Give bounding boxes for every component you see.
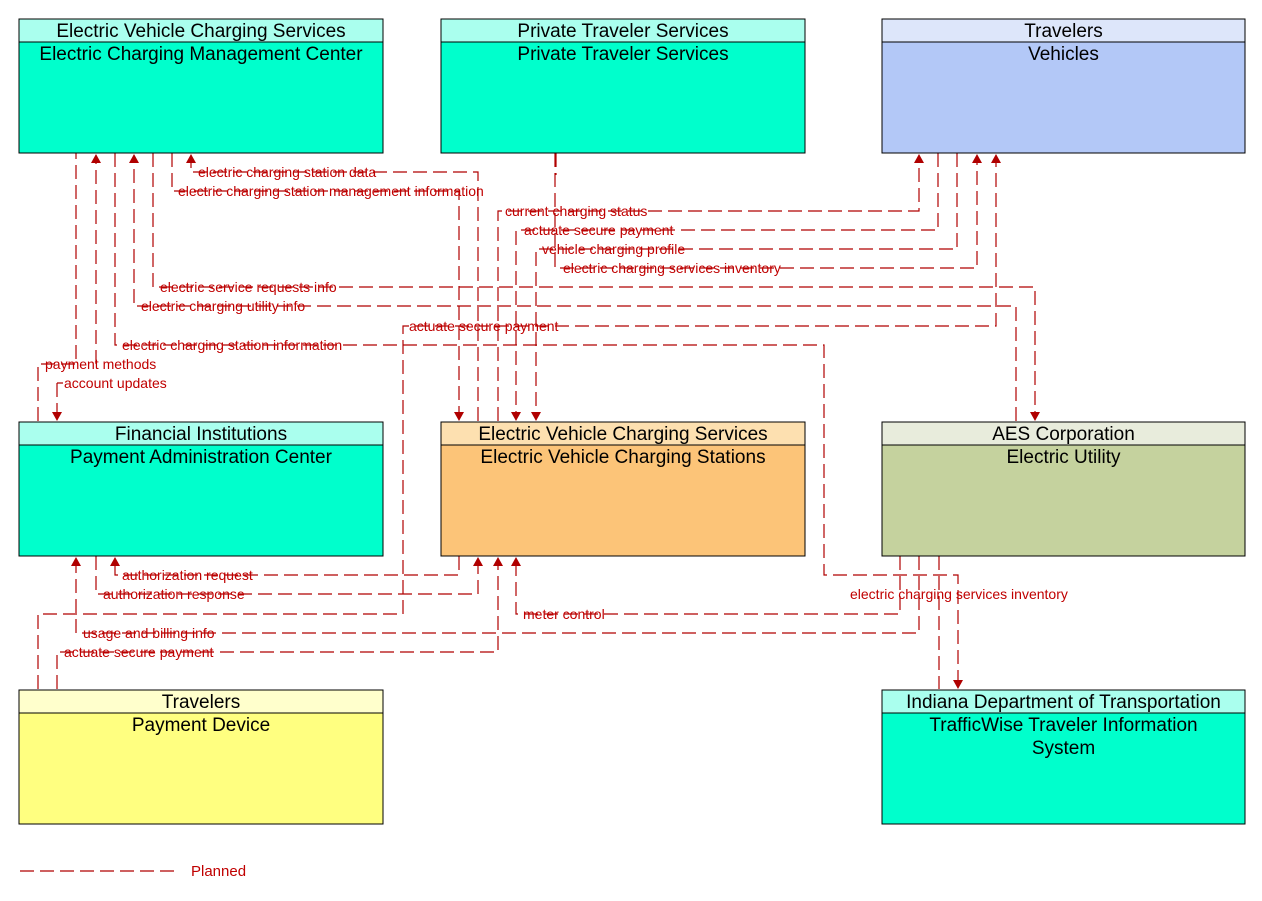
node-header-label: Financial Institutions [115, 424, 287, 445]
flow-label[interactable]: vehicle charging profile [542, 241, 685, 257]
nodes-layer: Electric Vehicle Charging ServicesElectr… [18, 18, 1246, 825]
node-tis[interactable]: Indiana Department of TransportationTraf… [881, 689, 1246, 825]
arrow-up-icon [511, 557, 521, 566]
flow-label[interactable]: electric charging services inventory [563, 260, 781, 276]
node-body-label: Electric Charging Management Center [39, 44, 363, 65]
flow-label[interactable]: electric charging station information [122, 337, 342, 353]
node-body-label: System [1032, 738, 1095, 759]
node-pts[interactable]: Private Traveler ServicesPrivate Travele… [440, 18, 806, 154]
arrow-down-icon [511, 412, 521, 421]
flow-label[interactable]: electric charging services inventory [850, 586, 1068, 602]
flow-label[interactable]: electric charging station management inf… [178, 183, 484, 199]
flow-line-3[interactable] [515, 153, 939, 412]
arrow-up-icon [129, 154, 139, 163]
legend: Planned [20, 863, 246, 880]
flow-label[interactable]: payment methods [45, 356, 156, 372]
flow-line-4[interactable] [535, 153, 958, 412]
node-ecmc[interactable]: Electric Vehicle Charging ServicesElectr… [18, 18, 384, 154]
node-pd[interactable]: TravelersPayment Device [18, 689, 384, 825]
flow-label[interactable]: actuate secure payment [64, 644, 214, 660]
flow-label[interactable]: actuate secure payment [524, 222, 674, 238]
arrow-up-icon [991, 154, 1001, 163]
flow-label[interactable]: electric service requests info [160, 279, 337, 295]
node-body-label: Payment Administration Center [70, 447, 333, 468]
flow-line-11[interactable] [56, 382, 63, 412]
flow-label[interactable]: authorization request [122, 567, 253, 583]
node-header-label: Electric Vehicle Charging Services [56, 21, 345, 42]
arrow-down-icon [52, 412, 62, 421]
flow-line-2[interactable] [497, 162, 920, 421]
node-pac[interactable]: Financial InstitutionsPayment Administra… [18, 421, 384, 557]
node-evcs[interactable]: Electric Vehicle Charging ServicesElectr… [440, 421, 806, 557]
arrow-up-icon [914, 154, 924, 163]
flow-label[interactable]: usage and billing info [83, 625, 215, 641]
node-header-label: Electric Vehicle Charging Services [478, 424, 767, 445]
arrow-up-icon [71, 557, 81, 566]
node-header-label: Indiana Department of Transportation [906, 692, 1221, 713]
flows-layer: electric charging station data electric … [37, 153, 1068, 689]
node-header-label: Private Traveler Services [517, 21, 728, 42]
arrow-up-icon [110, 557, 120, 566]
legend-label: Planned [191, 863, 246, 880]
node-header-label: Travelers [162, 692, 240, 713]
node-veh[interactable]: TravelersVehicles [881, 18, 1246, 154]
node-header-label: Travelers [1024, 21, 1102, 42]
node-body-label: Private Traveler Services [517, 44, 728, 65]
flow-label[interactable]: actuate secure payment [409, 318, 559, 334]
node-eu[interactable]: AES CorporationElectric Utility [881, 421, 1246, 557]
flow-label[interactable]: electric charging station data [198, 164, 376, 180]
node-header-label: AES Corporation [992, 424, 1135, 445]
architecture-diagram: electric charging station data electric … [18, 18, 1246, 880]
arrow-up-icon [972, 154, 982, 163]
arrow-down-icon [531, 412, 541, 421]
node-body-label: Vehicles [1028, 44, 1099, 65]
arrow-down-icon [454, 412, 464, 421]
flow-label[interactable]: electric charging utility info [141, 298, 305, 314]
arrow-down-icon [1030, 412, 1040, 421]
arrow-up-icon [186, 154, 196, 163]
arrow-up-icon [473, 557, 483, 566]
arrow-down-icon [953, 680, 963, 689]
node-body-label: Electric Utility [1006, 447, 1121, 468]
flow-label[interactable]: authorization response [103, 586, 245, 602]
flow-label[interactable]: account updates [64, 375, 167, 391]
node-body-label: Electric Vehicle Charging Stations [480, 447, 765, 468]
arrow-up-icon [91, 154, 101, 163]
arrow-up-icon [493, 557, 503, 566]
flow-label[interactable]: meter control [523, 606, 605, 622]
flow-label[interactable]: current charging status [505, 203, 647, 219]
node-body-label: TrafficWise Traveler Information [929, 715, 1197, 736]
node-body-label: Payment Device [132, 715, 270, 736]
